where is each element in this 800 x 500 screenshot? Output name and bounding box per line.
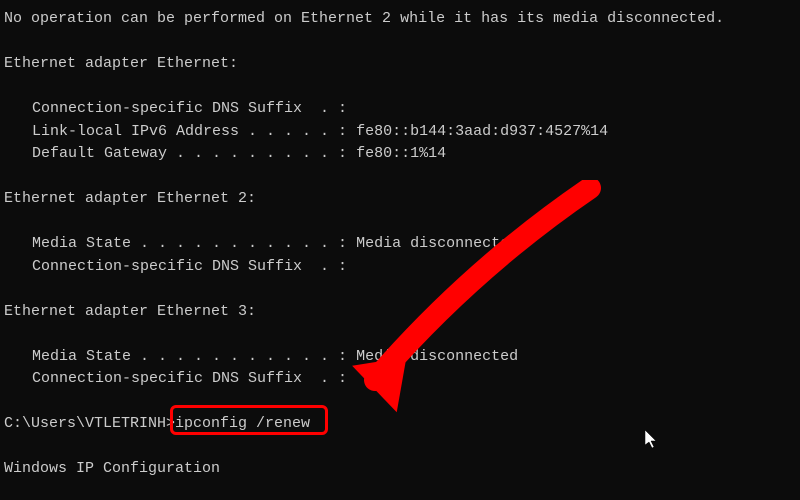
adapter-header: Ethernet adapter Ethernet 2: [4, 188, 796, 211]
row-label: Media State . . . . . . . . . . . : [32, 235, 347, 252]
adapter-header: Ethernet adapter Ethernet: [4, 53, 796, 76]
blank-line [4, 211, 796, 234]
row-value: fe80::b144:3aad:d937:4527%14 [347, 123, 608, 140]
blank-line [4, 31, 796, 54]
adapter-row: Media State . . . . . . . . . . . : Medi… [4, 233, 796, 256]
adapter-row: Link-local IPv6 Address . . . . . : fe80… [4, 121, 796, 144]
error-message: No operation can be performed on Etherne… [4, 8, 796, 31]
blank-line [4, 166, 796, 189]
blank-line [4, 278, 796, 301]
row-label: Media State . . . . . . . . . . . : [32, 348, 347, 365]
blank-line [4, 391, 796, 414]
adapter-row: Media State . . . . . . . . . . . : Medi… [4, 346, 796, 369]
row-label: Connection-specific DNS Suffix . : [32, 100, 347, 117]
adapter-header: Ethernet adapter Ethernet 3: [4, 301, 796, 324]
blank-line [4, 436, 796, 459]
adapter-section-1: Ethernet adapter Ethernet: Connection-sp… [4, 53, 796, 166]
adapter-section-3: Ethernet adapter Ethernet 3: Media State… [4, 301, 796, 391]
prompt-path: C:\Users\VTLETRINH> [4, 413, 175, 436]
row-label: Connection-specific DNS Suffix . : [32, 258, 347, 275]
row-label: Link-local IPv6 Address . . . . . : [32, 123, 347, 140]
row-value: fe80::1%14 [347, 145, 446, 162]
adapter-row: Connection-specific DNS Suffix . : [4, 256, 796, 279]
adapter-section-2: Ethernet adapter Ethernet 2: Media State… [4, 188, 796, 278]
typed-command: ipconfig /renew [175, 413, 310, 436]
row-value: Media disconnected [347, 348, 518, 365]
row-label: Default Gateway . . . . . . . . . : [32, 145, 347, 162]
blank-line [4, 323, 796, 346]
row-value: Media disconnected [347, 235, 518, 252]
command-prompt-line[interactable]: C:\Users\VTLETRINH>ipconfig /renew [4, 413, 796, 436]
result-heading: Windows IP Configuration [4, 458, 796, 481]
row-label: Connection-specific DNS Suffix . : [32, 370, 347, 387]
blank-line [4, 76, 796, 99]
adapter-row: Default Gateway . . . . . . . . . : fe80… [4, 143, 796, 166]
adapter-row: Connection-specific DNS Suffix . : [4, 98, 796, 121]
adapter-row: Connection-specific DNS Suffix . : [4, 368, 796, 391]
